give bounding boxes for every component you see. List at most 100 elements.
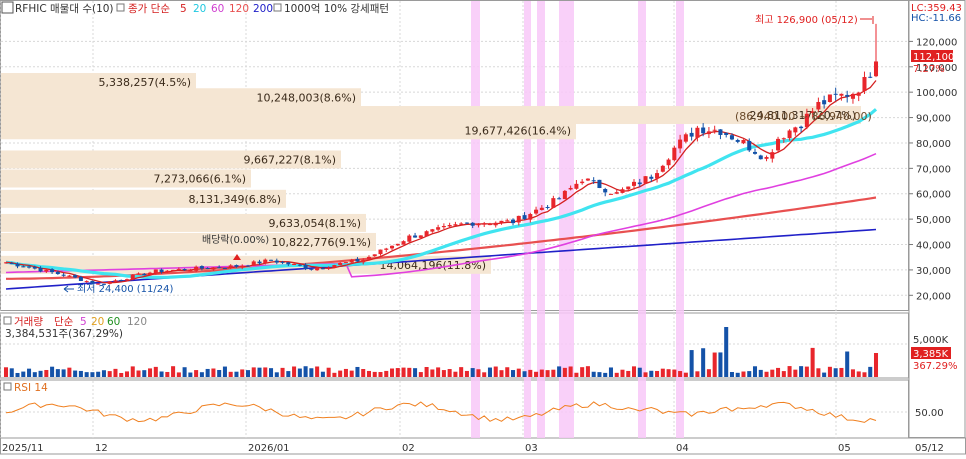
pattern-checkbox-icon[interactable] bbox=[273, 3, 282, 12]
volume-bar bbox=[637, 367, 642, 377]
rsi-checkbox-icon[interactable] bbox=[3, 382, 12, 391]
volume-bar bbox=[706, 369, 711, 377]
volume-bar bbox=[470, 368, 475, 377]
volume-bar bbox=[568, 366, 573, 377]
volume-bar bbox=[873, 353, 879, 377]
volume-bar bbox=[678, 371, 683, 377]
volume-bar bbox=[349, 370, 354, 377]
ma-checkbox-icon[interactable] bbox=[116, 3, 125, 12]
stock-chart[interactable]: 5,338,257(4.5%)10,248,003(8.6%)24,811,31… bbox=[0, 0, 966, 455]
volume-bar bbox=[585, 366, 590, 377]
volume-bar bbox=[96, 371, 101, 377]
volume-bar bbox=[493, 366, 498, 377]
ma-legend-label: 종가 단순 bbox=[128, 3, 170, 15]
volume-bar bbox=[827, 366, 832, 377]
volume-bar bbox=[407, 367, 412, 377]
volume-bar bbox=[597, 372, 602, 377]
volume-bar bbox=[539, 369, 544, 377]
volume-bar bbox=[626, 370, 631, 377]
price-tick-label: 80,000 bbox=[916, 139, 951, 150]
volume-profile-label: 7,273,066(6.1%) bbox=[153, 173, 246, 186]
volume-bar bbox=[113, 368, 118, 377]
price-tick-label: 120,000 bbox=[916, 37, 957, 48]
volume-bar bbox=[752, 366, 758, 377]
volume-bar bbox=[159, 371, 164, 377]
volume-bar bbox=[228, 371, 233, 377]
volume-ma60: 60 bbox=[107, 316, 120, 328]
volume-bar bbox=[793, 369, 798, 377]
volume-bar bbox=[320, 371, 325, 377]
date-axis-area bbox=[0, 437, 966, 455]
volume-bar bbox=[27, 368, 32, 377]
chart-window: 5,338,257(4.5%) 10,248,003(8.6%) 24,811,31… bbox=[0, 0, 966, 455]
candle[interactable] bbox=[660, 164, 665, 173]
volume-bar bbox=[557, 366, 562, 377]
candle[interactable] bbox=[418, 235, 423, 239]
volume-ma-label: 단순 bbox=[54, 316, 74, 328]
hc-value: HC:-11.66 bbox=[911, 13, 961, 24]
current-price-value: 112,100 bbox=[913, 52, 954, 63]
volume-current-value: 3,385K bbox=[913, 349, 949, 360]
volume-bar bbox=[257, 367, 262, 377]
date-tick-label: 02 bbox=[402, 443, 415, 454]
low-marker-label: 최저 24,400 (11/24) bbox=[77, 283, 173, 295]
candle[interactable] bbox=[643, 176, 648, 184]
volume-bar bbox=[245, 370, 251, 377]
volume-bar bbox=[862, 372, 867, 377]
candle[interactable] bbox=[608, 193, 613, 195]
volume-bar bbox=[833, 368, 838, 377]
candle[interactable] bbox=[332, 264, 337, 268]
volume-profile-label: 19,677,426(16.4%) bbox=[464, 124, 571, 137]
volume-bar bbox=[384, 370, 389, 377]
volume-bar bbox=[482, 372, 487, 377]
volume-bar bbox=[343, 368, 348, 377]
ma5-legend: 5 bbox=[180, 3, 187, 15]
volume-bar bbox=[90, 372, 95, 377]
volume-bar bbox=[683, 372, 688, 377]
menu-icon[interactable] bbox=[1, 1, 14, 14]
volume-bar bbox=[505, 367, 510, 377]
symbol-label: RFHIC 매물대 수(10) bbox=[15, 3, 114, 15]
volume-bar bbox=[15, 372, 20, 377]
volume-bar bbox=[695, 371, 700, 377]
volume-bar bbox=[574, 372, 579, 377]
volume-axis-label: 5,000K bbox=[913, 335, 949, 346]
volume-bar bbox=[84, 372, 89, 377]
volume-bar bbox=[182, 367, 187, 377]
volume-ma120: 120 bbox=[127, 316, 147, 328]
date-tick-label: 2026/01 bbox=[248, 443, 290, 454]
price-tick-label: 60,000 bbox=[916, 190, 951, 201]
volume-label: 거래량 bbox=[14, 316, 43, 328]
volume-bar bbox=[631, 366, 637, 377]
volume-bar bbox=[666, 369, 671, 377]
volume-profile-label: 9,667,227(8.1%) bbox=[243, 153, 336, 166]
volume-bar bbox=[562, 367, 567, 377]
volume-bar bbox=[816, 368, 821, 377]
volume-bar bbox=[614, 372, 619, 377]
volume-bar bbox=[729, 372, 734, 377]
candle[interactable] bbox=[597, 179, 602, 189]
volume-bar bbox=[580, 367, 585, 377]
volume-bar bbox=[545, 370, 550, 377]
candle[interactable] bbox=[130, 274, 135, 281]
volume-bar bbox=[747, 371, 752, 377]
volume-bar bbox=[234, 371, 239, 377]
volume-bar bbox=[551, 369, 556, 377]
volume-bar bbox=[776, 367, 781, 377]
volume-bar bbox=[620, 369, 625, 377]
candle[interactable] bbox=[672, 145, 677, 162]
volume-bar bbox=[603, 372, 608, 377]
volume-bar bbox=[78, 370, 83, 377]
volume-bar bbox=[672, 369, 677, 377]
candle[interactable] bbox=[827, 94, 832, 103]
volume-bar bbox=[655, 370, 660, 377]
volume-bar bbox=[787, 366, 792, 377]
volume-bar bbox=[194, 370, 199, 377]
volume-bar bbox=[44, 369, 49, 377]
volume-bar bbox=[845, 351, 850, 377]
volume-bar bbox=[188, 372, 193, 377]
volume-checkbox-icon[interactable] bbox=[3, 316, 12, 325]
volume-bar bbox=[850, 369, 855, 377]
candle[interactable] bbox=[562, 189, 567, 200]
volume-ma20: 20 bbox=[91, 316, 104, 328]
